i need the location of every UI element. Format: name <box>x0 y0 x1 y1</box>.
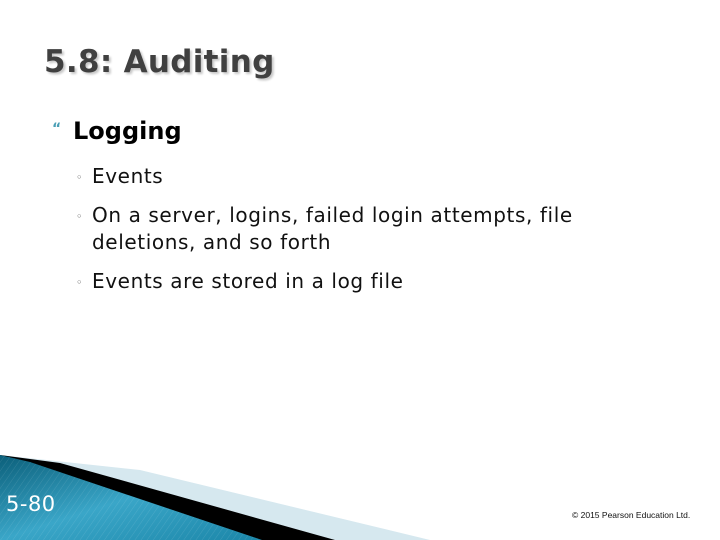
sub-bullet-text: Events <box>92 164 164 188</box>
sub-bullet-text: On a server, logins, failed login attemp… <box>92 203 573 254</box>
quote-bullet-icon: “ <box>52 121 62 137</box>
sub-bullet-item: ◦ Events <box>76 163 676 190</box>
sub-bullet-item: ◦ On a server, logins, failed login atte… <box>76 202 676 256</box>
bullet-item: “ Logging <box>52 117 182 145</box>
circle-bullet-icon: ◦ <box>76 210 83 223</box>
bullet-text: Logging <box>73 117 182 145</box>
sub-bullet-text: Events are stored in a log file <box>92 269 404 293</box>
sub-bullet-item: ◦ Events are stored in a log file <box>76 268 676 295</box>
slide-title: 5.8: Auditing <box>44 44 275 80</box>
circle-bullet-icon: ◦ <box>76 276 83 289</box>
footer-light-stripe <box>0 455 430 540</box>
page-number: 5-80 <box>6 492 56 516</box>
sub-bullet-list: ◦ Events ◦ On a server, logins, failed l… <box>76 163 676 307</box>
circle-bullet-icon: ◦ <box>76 171 83 184</box>
slide: 5.8: Auditing “ Logging ◦ Events ◦ On a … <box>0 0 720 540</box>
copyright-notice: © 2015 Pearson Education Ltd. <box>572 510 691 520</box>
